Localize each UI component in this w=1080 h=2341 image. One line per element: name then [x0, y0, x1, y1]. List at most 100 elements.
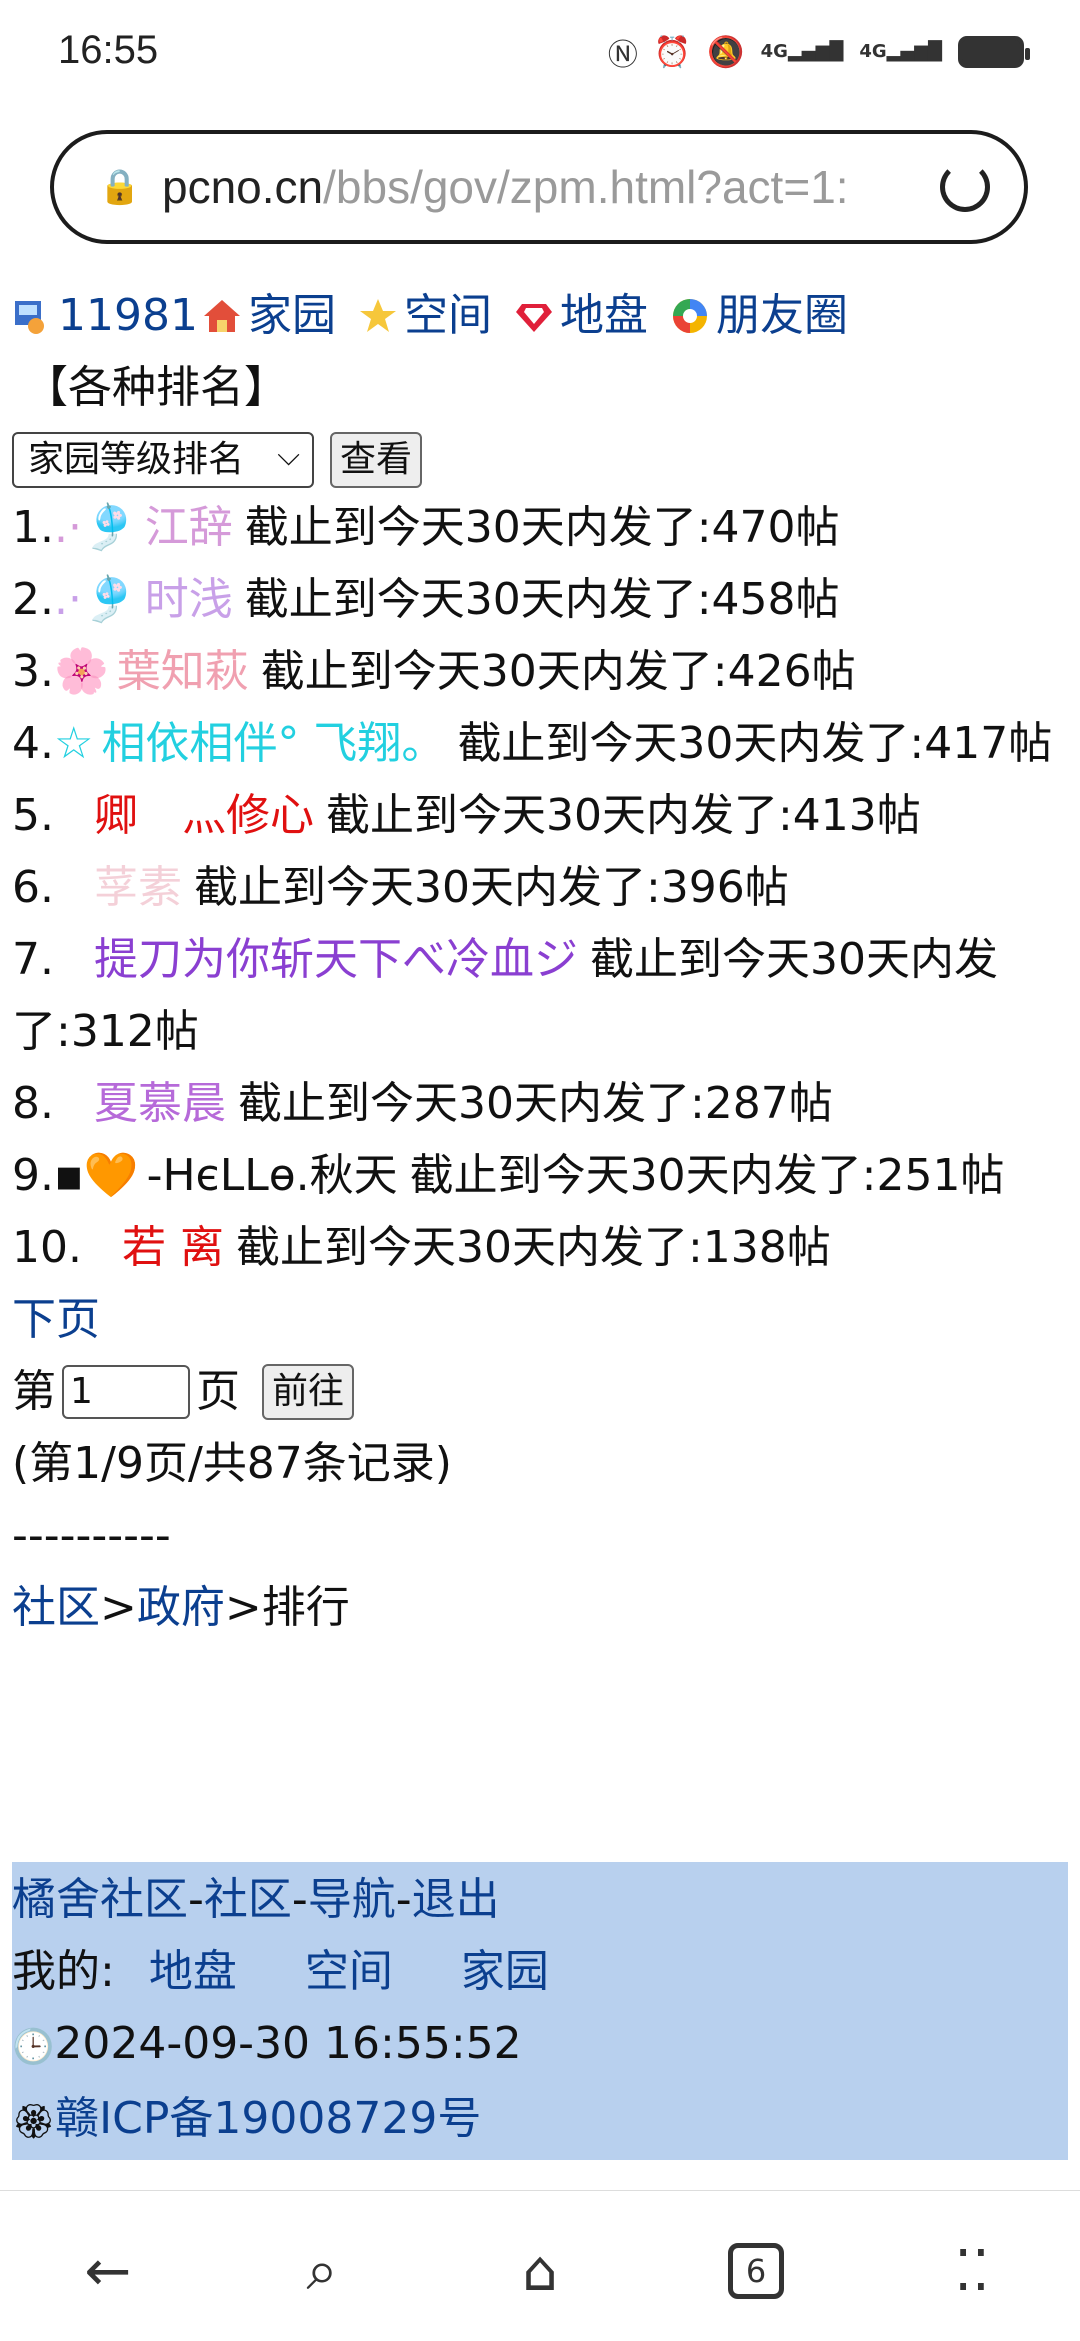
ranking-row: 7. 提刀为你斩天下べ冷血ジ 截止到今天30天内发了:312帖 [12, 924, 1072, 1068]
rank-user-decoration: 🌸 [53, 646, 109, 697]
rank-post-count: 截止到今天30天内发了:287帖 [237, 1078, 833, 1129]
rank-number: 7. [12, 934, 54, 985]
ranking-row: 1..·🎐 江辞 截止到今天30天内发了:470帖 [12, 492, 1072, 564]
rank-user-link[interactable]: -HєLLө.秋天 [147, 1150, 398, 1201]
footer-space-link[interactable]: 空间 [305, 1946, 393, 1997]
address-bar[interactable]: 🔒 pcno.cn/bbs/gov/zpm.html?act=1: [50, 130, 1028, 244]
rank-number: 1. [12, 502, 54, 553]
rank-number: 9. [12, 1150, 54, 1201]
nav-home-link[interactable]: 家园 [248, 280, 336, 352]
footer-community-link[interactable]: 社区 [204, 1874, 292, 1925]
rank-user-link[interactable]: 夏慕晨 [94, 1078, 226, 1129]
next-page-link[interactable]: 下页 [12, 1294, 100, 1345]
rank-user-link[interactable]: 莩素 [94, 862, 182, 913]
emblem-icon: 🏵 [12, 2102, 56, 2142]
top-nav: 11981 家园 空间 地盘 朋友圈 [12, 280, 1072, 352]
signal-icon-2: 4G▂▄▆█ [859, 41, 942, 62]
section-title: 【各种排名】 [24, 362, 288, 413]
site-footer: 橘舍社区-社区-导航-退出 我的: 地盘 空间 家园 🕒2024-09-30 16:5… [12, 1862, 1068, 2160]
rank-number: 2. [12, 574, 54, 625]
divider: ---------- [12, 1510, 171, 1561]
footer-nav-link[interactable]: 导航 [308, 1874, 396, 1925]
rank-number: 6. [12, 862, 54, 913]
back-icon[interactable]: ← [68, 2231, 148, 2311]
url-text[interactable]: pcno.cn/bbs/gov/zpm.html?act=1: [162, 160, 922, 214]
breadcrumb-current: 排行 [261, 1582, 350, 1633]
view-button[interactable]: 查看 [330, 432, 423, 488]
pager: 第 1 页 前往 [12, 1356, 1072, 1428]
browser-bottom-bar: ← ⌕ ⌂ 6 ⁚⁚ [0, 2190, 1080, 2341]
status-time: 16:55 [58, 28, 159, 72]
reload-icon[interactable] [940, 162, 990, 212]
breadcrumb-government[interactable]: 政府 [137, 1582, 225, 1633]
user-id-link[interactable]: 11981 [58, 280, 198, 352]
nfc-icon: Ⓝ [607, 38, 638, 73]
icp-link[interactable]: 赣ICP备19008729号 [55, 2093, 481, 2144]
clock-icon: 🕒 [12, 2027, 55, 2067]
breadcrumb-community[interactable]: 社区 [12, 1582, 100, 1633]
rank-post-count: 截止到今天30天内发了:426帖 [260, 646, 856, 697]
footer-icp: 🏵赣ICP备19008729号 [12, 2083, 1068, 2158]
status-bar: 16:55 Ⓝ ⏰ 🔕 4G▂▄▆█ 4G▂▄▆█ [0, 0, 1080, 110]
ranking-row: 9.▪🧡 -HєLLө.秋天 截止到今天30天内发了:251帖 [12, 1140, 1072, 1212]
lock-icon: 🔒 [98, 167, 142, 207]
home-icon[interactable]: ⌂ [500, 2231, 580, 2311]
rank-number: 4. [12, 718, 54, 769]
user-icon [15, 301, 44, 334]
ranking-row: 6. 莩素 截止到今天30天内发了:396帖 [12, 852, 1072, 924]
ranking-row: 2..·🎐 时浅 截止到今天30天内发了:458帖 [12, 564, 1072, 636]
rank-post-count: 截止到今天30天内发了:413帖 [325, 790, 921, 841]
rank-number: 3. [12, 646, 54, 697]
rank-user-decoration: .·🎐 [53, 502, 137, 553]
footer-site-link[interactable]: 橘舍社区 [12, 1874, 188, 1925]
rank-user-link[interactable]: 相依相伴° 飞翔。 [101, 718, 445, 769]
rank-user-link[interactable]: 江辞 [145, 502, 233, 553]
page-number-input[interactable]: 1 [62, 1365, 190, 1419]
home-icon [203, 300, 240, 332]
tabs-count: 6 [728, 2243, 784, 2299]
menu-icon[interactable]: ⁚⁚ [932, 2231, 1012, 2311]
rank-number: 5. [12, 790, 54, 841]
footer-territory-link[interactable]: 地盘 [149, 1946, 237, 1997]
nav-friends-link[interactable]: 朋友圈 [716, 280, 848, 352]
go-button[interactable]: 前往 [262, 1364, 355, 1420]
alarm-icon: ⏰ [653, 34, 692, 70]
moments-icon [672, 299, 707, 333]
rank-user-link[interactable]: 时浅 [145, 574, 233, 625]
rank-user-link[interactable]: 若 离 [122, 1222, 224, 1273]
footer-datetime: 🕒2024-09-30 16:55:52 [12, 2018, 522, 2069]
ranking-controls: 家园等级排名 查看 [12, 430, 1072, 488]
nav-territory-link[interactable]: 地盘 [560, 280, 648, 352]
rank-number: 8. [12, 1078, 54, 1129]
footer-mine: 我的: 地盘 空间 家园 [12, 1946, 549, 1997]
rank-user-decoration: ☆ [53, 718, 94, 769]
diamond-icon [515, 304, 552, 332]
tabs-button[interactable]: 6 [716, 2231, 796, 2311]
ranking-row: 3.🌸 葉知萩 截止到今天30天内发了:426帖 [12, 636, 1072, 708]
pager-prefix: 第 [12, 1366, 56, 1417]
mute-icon: 🔕 [707, 34, 745, 70]
signal-icon: 4G▂▄▆█ [760, 41, 844, 62]
pager-suffix: 页 [196, 1366, 240, 1417]
battery-icon [958, 36, 1030, 68]
rank-user-decoration: ▪🧡 [53, 1150, 139, 1201]
rank-post-count: 截止到今天30天内发了:396帖 [193, 862, 789, 913]
ranking-row: 5. 卿 灬修心 截止到今天30天内发了:413帖 [12, 780, 1072, 852]
rank-user-link[interactable]: 提刀为你斩天下べ冷血ジ [94, 934, 578, 985]
star-icon [359, 299, 396, 332]
rank-user-link[interactable]: 卿 灬修心 [94, 790, 314, 841]
footer-logout-link[interactable]: 退出 [412, 1874, 500, 1925]
ranking-row: 8. 夏慕晨 截止到今天30天内发了:287帖 [12, 1068, 1072, 1140]
footer-home-link[interactable]: 家园 [461, 1946, 549, 1997]
ranking-row: 10. 若 离截止到今天30天内发了:138帖 [12, 1212, 1072, 1284]
rank-number: 10. [12, 1222, 82, 1273]
ranking-select[interactable]: 家园等级排名 [12, 430, 314, 488]
rank-post-count: 截止到今天30天内发了:138帖 [235, 1222, 831, 1273]
nav-space-link[interactable]: 空间 [404, 280, 492, 352]
rank-post-count: 截止到今天30天内发了:417帖 [457, 718, 1053, 769]
rank-user-decoration: .·🎐 [53, 574, 137, 625]
breadcrumb: 社区>政府>排行 [12, 1582, 350, 1633]
search-icon[interactable]: ⌕ [282, 2231, 362, 2311]
page-content: 11981 家园 空间 地盘 朋友圈 【各种排名】 家园等级排名 查看 1..·… [12, 280, 1072, 1644]
rank-user-link[interactable]: 葉知萩 [117, 646, 249, 697]
